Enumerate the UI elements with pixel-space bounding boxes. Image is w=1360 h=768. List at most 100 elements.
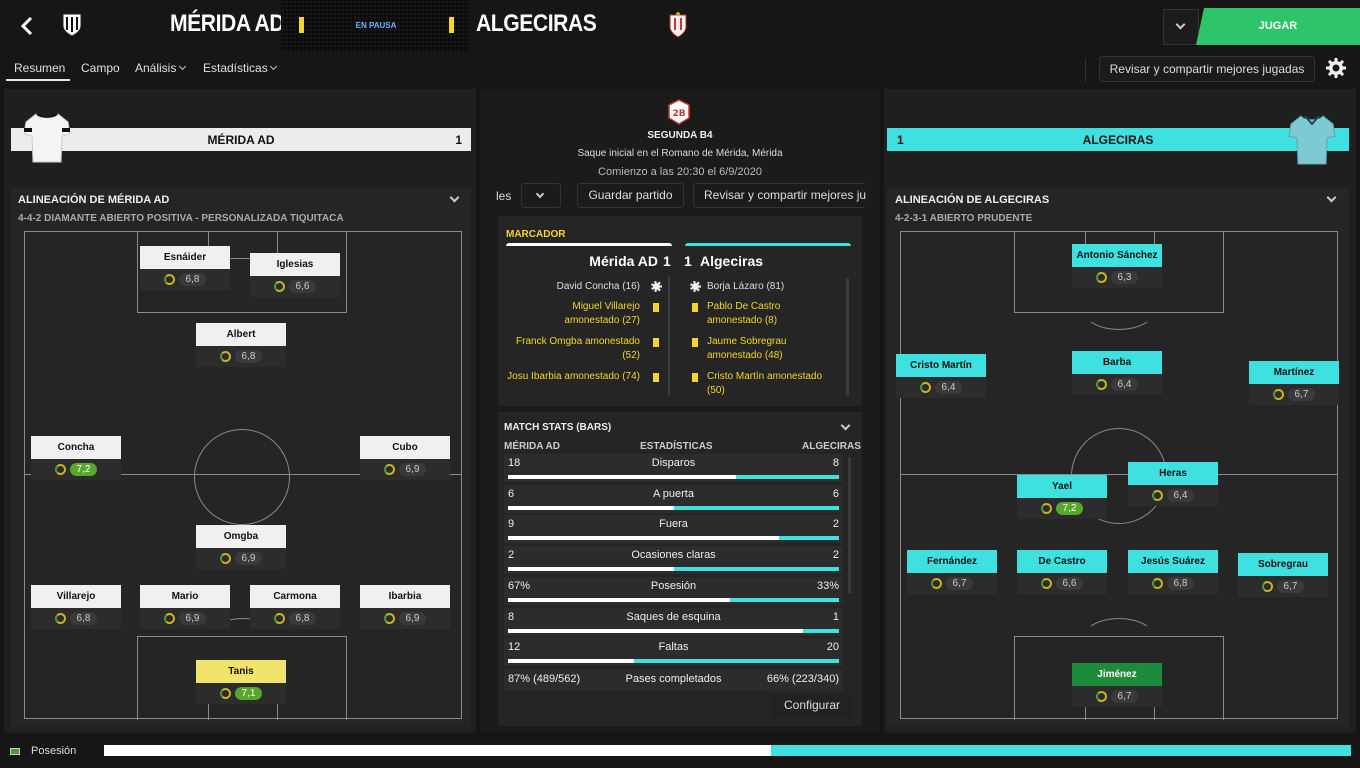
away-team-name: ALGECIRAS [476,10,597,37]
configure-button[interactable]: Configurar [771,694,853,718]
home-formation: 4-4-2 DIAMANTE ABIERTO POSITIVA - PERSON… [18,213,344,224]
stats-scrollbar[interactable] [848,457,851,593]
save-match-button[interactable]: Guardar partido [577,183,684,208]
player-rating-row: 7,2 [31,459,121,480]
home-player-card[interactable]: Iglesias 6,6 [250,253,340,297]
player-rating-row: 6,6 [1017,573,1107,594]
stat-row: 9 Fuera 2 [504,515,843,544]
player-rating-row: 6,7 [1238,576,1328,597]
home-player-card[interactable]: Mario 6,9 [140,585,230,629]
condition-icon [273,613,285,624]
yellow-card-icon [692,303,698,312]
possession-bar [104,745,1351,756]
back-arrow-icon[interactable] [18,15,36,37]
home-banner-score: 1 [455,133,462,147]
ball-icon [651,281,662,292]
view-dropdown[interactable] [521,183,561,208]
scoreboard-scrollbar[interactable] [846,278,849,396]
home-banner-name: MÉRIDA AD [207,133,275,147]
stat-row: 6A puerta 6 [504,484,843,513]
scoreboard-away-score: 1 [684,253,692,269]
player-rating: 6,6 [288,280,317,293]
condition-icon [1095,272,1107,283]
home-kit-icon [22,112,72,164]
away-player-card[interactable]: Martínez 6,7 [1249,361,1339,405]
away-player-card[interactable]: Fernández 6,7 [907,550,997,594]
player-name: Heras [1128,462,1218,485]
player-name: Jesús Suárez [1128,550,1218,573]
stat-row: 67% Posesión 33% [504,576,843,605]
share-highlights-button-2[interactable]: Revisar y compartir mejores ju [693,183,866,208]
away-player-card[interactable]: Jesús Suárez 6,8 [1128,550,1218,594]
home-player-card[interactable]: Carmona 6,8 [250,585,340,629]
away-player-card[interactable]: Barba 6,4 [1072,351,1162,395]
away-player-card[interactable]: Yael 7,2 [1017,475,1107,519]
home-player-card[interactable]: Cubo 6,9 [360,436,450,480]
stat-label: Saques de esquina [626,610,721,623]
condition-icon [219,553,231,564]
condition-icon [54,464,66,475]
yellow-card-icon [653,373,659,382]
away-event-goal: Borja Lázaro (81) [707,281,785,292]
away-player-card[interactable]: Heras 6,4 [1128,462,1218,506]
away-player-card[interactable]: Sobregrau 6,7 [1238,553,1328,597]
player-rating: 6,4 [1166,489,1195,502]
player-rating-row: 6,7 [1072,686,1162,707]
stats-col-away: ALGECIRAS [802,441,861,452]
player-rating-row: 6,7 [907,573,997,594]
home-player-card[interactable]: Ibarbia 6,9 [360,585,450,629]
player-name: Antonio Sánchez [1072,244,1162,267]
player-name: Fernández [907,550,997,573]
player-rating-row: 7,2 [1017,498,1107,519]
player-name: Carmona [250,585,340,608]
home-team-name: MÉRIDA AD [170,10,285,37]
player-rating: 6,8 [234,350,263,363]
player-name: Jiménez [1072,663,1162,686]
condition-icon [1040,503,1052,514]
play-options-dropdown[interactable] [1163,9,1199,45]
share-highlights-button[interactable]: Revisar y compartir mejores jugadas [1099,56,1315,82]
tab-resumen[interactable]: Resumen [14,61,65,75]
away-player-card[interactable]: Antonio Sánchez 6,3 [1072,244,1162,288]
player-rating: 7,1 [234,687,263,700]
home-team-banner: MÉRIDA AD 1 [11,128,471,151]
away-player-card[interactable]: Jiménez 6,7 [1072,663,1162,707]
tab-campo[interactable]: Campo [81,61,120,75]
stats-col-label: ESTADÍSTICAS [640,441,713,452]
tab-estadisticas[interactable]: Estadísticas [203,61,268,75]
stat-away-value: 1 [832,610,839,623]
player-rating-row: 6,8 [196,346,286,367]
away-lineup-title: ALINEACIÓN DE ALGECIRAS [895,194,1050,206]
player-name: Sobregrau [1238,553,1328,576]
away-event-booking: Cristo Martín amonestado (50) [707,371,823,396]
home-player-card[interactable]: Tanis 7,1 [196,660,286,704]
home-player-card[interactable]: Villarejo 6,8 [31,585,121,629]
home-player-card[interactable]: Omgba 6,9 [196,525,286,569]
view-tab-partial[interactable]: les [496,189,511,203]
stat-away-value: 8 [832,457,839,469]
away-score-marker [449,17,454,33]
play-button[interactable]: JUGAR [1196,8,1360,45]
away-player-card[interactable]: De Castro 6,6 [1017,550,1107,594]
condition-icon [219,351,231,362]
gear-icon[interactable] [1325,57,1347,79]
stat-home-bar [508,597,730,602]
stat-row: 8 Saques de esquina 1 [504,607,843,636]
away-player-card[interactable]: Cristo Martín 6,4 [896,354,986,398]
away-formation: 4-2-3-1 ABIERTO PRUDENTE [895,213,1033,224]
home-event-booking: Josu Ibarbia amonestado (74) [507,371,640,382]
player-rating: 6,7 [1276,580,1305,593]
player-rating: 6,8 [288,612,317,625]
stat-label: Disparos [651,457,696,469]
home-score-marker [299,17,304,33]
away-banner-name: ALGECIRAS [1082,133,1154,147]
scoreboard-divider [668,276,670,396]
home-player-card[interactable]: Concha 7,2 [31,436,121,480]
home-player-card[interactable]: Albert 6,8 [196,323,286,367]
player-name: Cristo Martín [896,354,986,377]
tab-analisis[interactable]: Análisis [135,61,176,75]
condition-icon [383,613,395,624]
home-player-card[interactable]: Esnáider 6,8 [140,246,230,290]
player-name: Martínez [1249,361,1339,384]
player-rating: 6,9 [178,612,207,625]
